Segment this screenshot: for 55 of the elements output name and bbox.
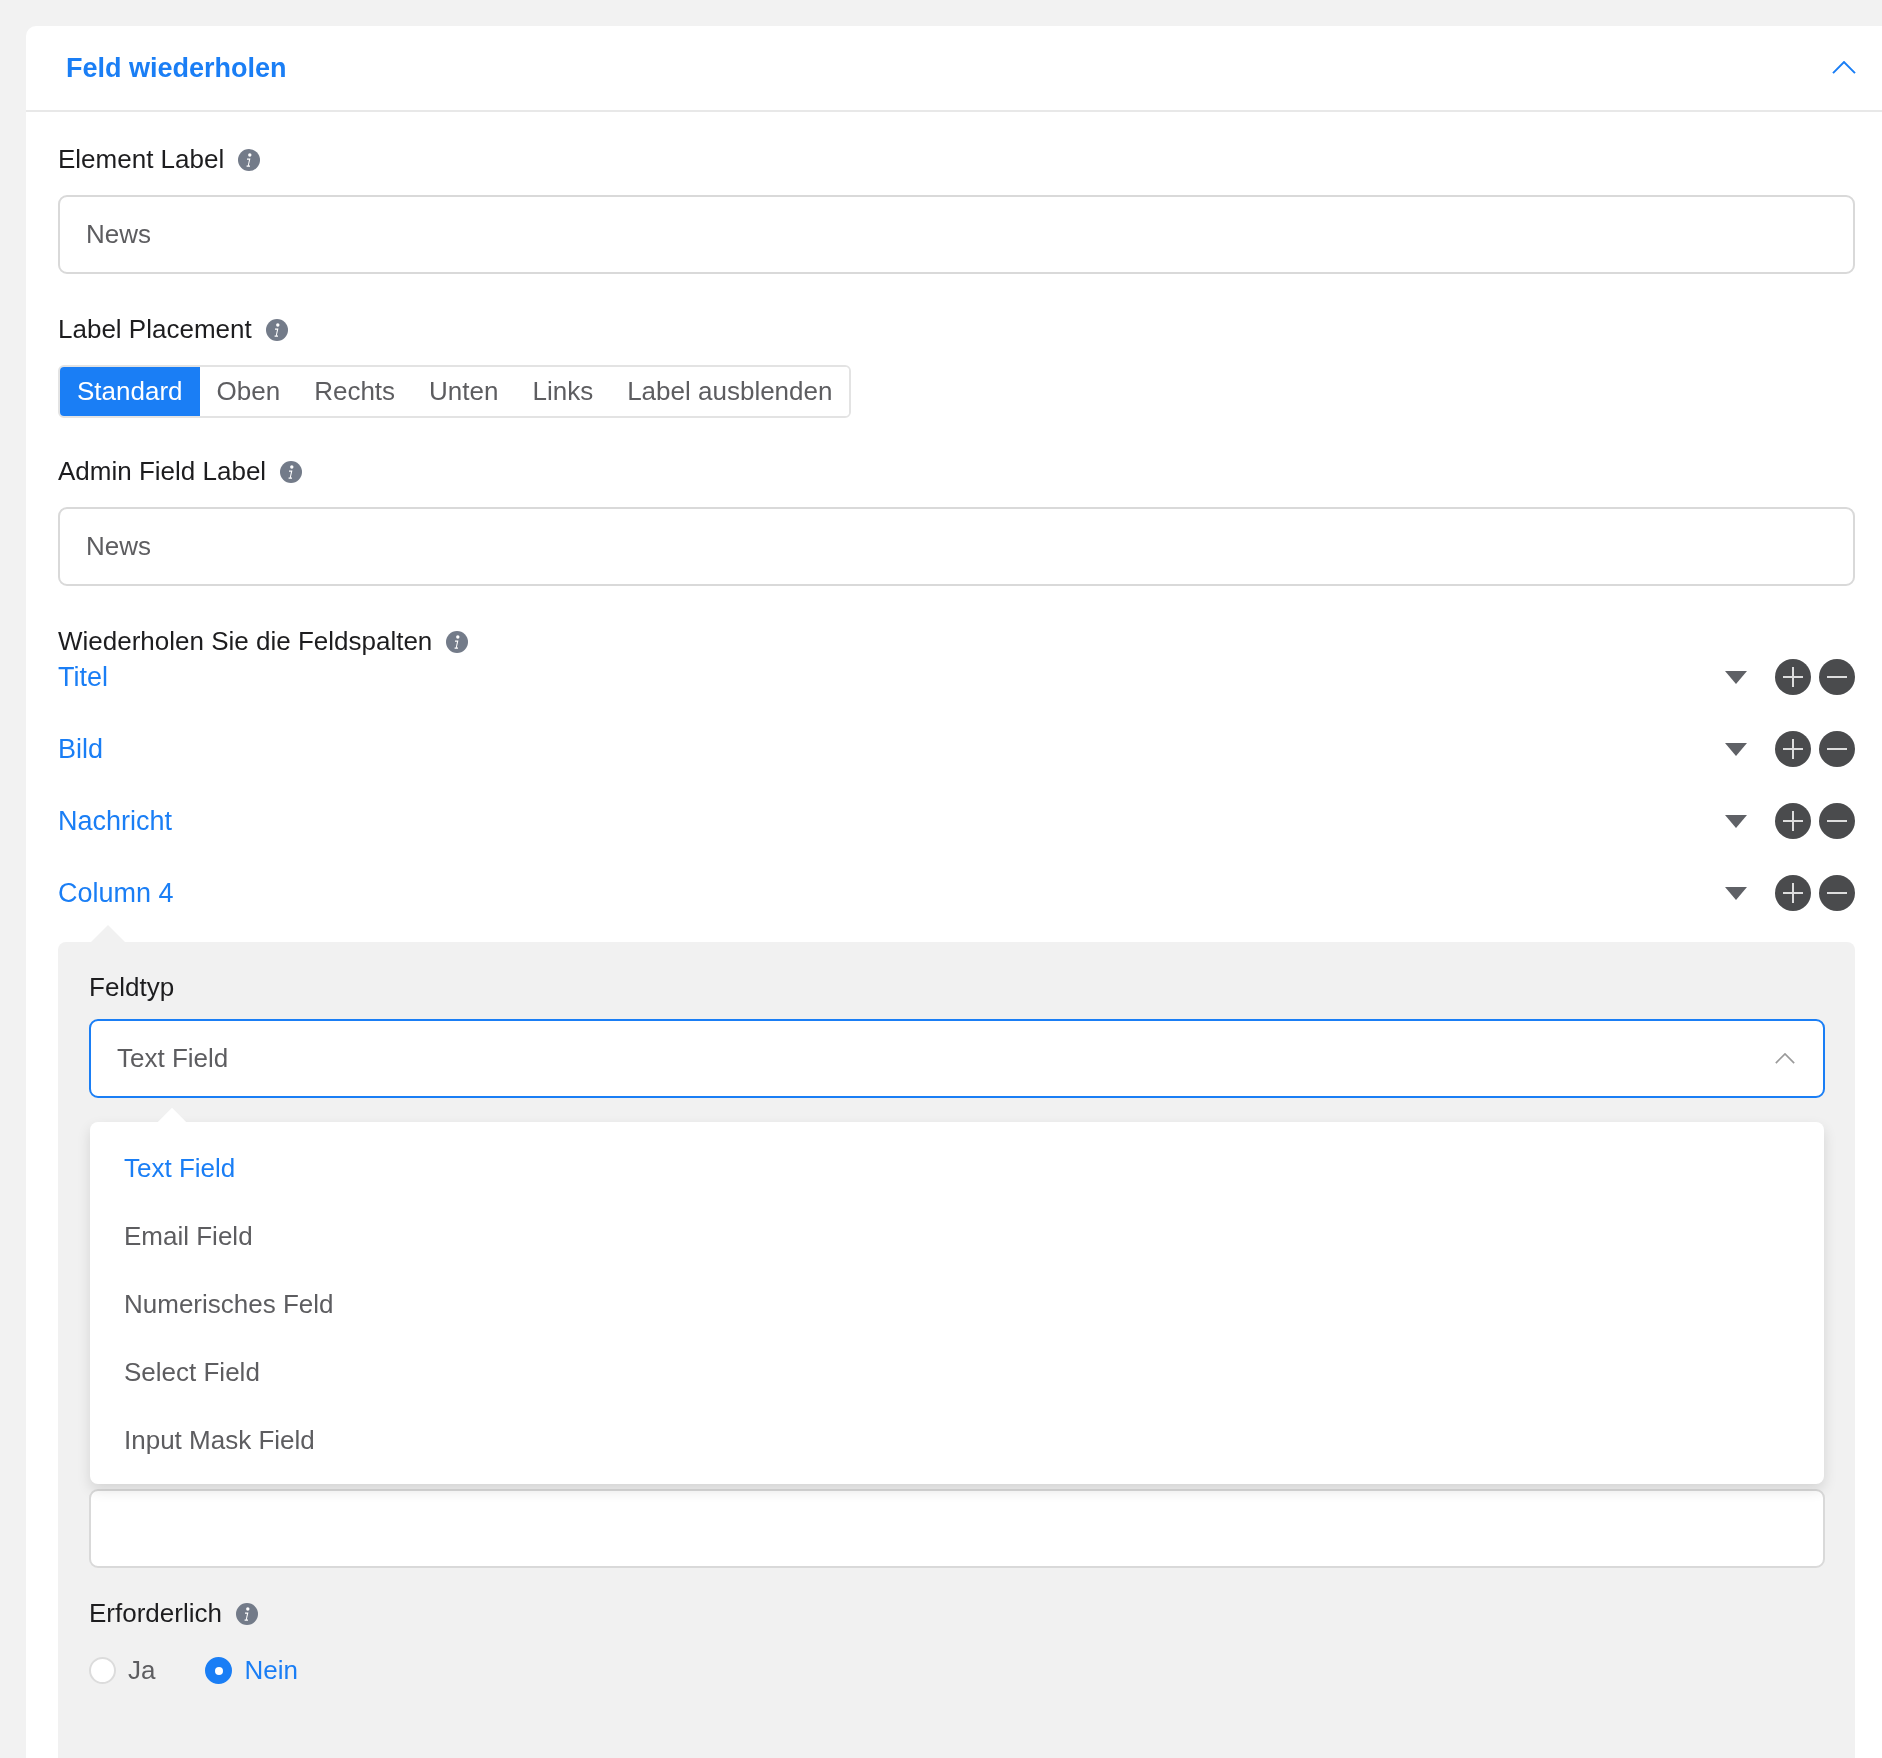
field-label: Label Placement [58,314,252,345]
field-type-select[interactable]: Text Field [89,1019,1825,1098]
caret-icon [1725,670,1747,684]
chevron-icon[interactable] [1832,61,1856,75]
placement-option[interactable]: Standard [60,367,200,416]
field-label: Admin Field Label [58,456,267,487]
remove-icon [1819,659,1855,695]
radio-button[interactable] [205,1657,233,1684]
radio-label: Ja [128,1655,156,1686]
info-icon[interactable] [238,148,261,171]
column-name[interactable]: Nachricht [58,805,173,837]
text-field[interactable]: News [58,507,1855,586]
add-icon [1775,731,1811,767]
field-label: Feldtyp [89,972,175,1003]
info-icon[interactable] [265,318,288,341]
text-field[interactable] [89,1489,1825,1568]
chevron-icon[interactable] [1775,1053,1795,1064]
caret-icon [1725,742,1747,756]
caret-icon [1725,814,1747,828]
field-label: Wiederholen Sie die Feldspalten [58,626,433,657]
add-icon [1775,875,1811,911]
expand-button[interactable] [1725,886,1747,900]
column-name[interactable]: Titel [58,661,108,693]
dropdown-option[interactable]: Numerisches Feld [90,1270,1824,1338]
radio-label: Nein [244,1655,298,1686]
remove-icon [1819,875,1855,911]
remove-button[interactable] [1819,803,1855,839]
expand-button[interactable] [1725,742,1747,756]
info-icon[interactable] [446,630,469,653]
remove-icon [1819,731,1855,767]
field-label: Element Label [58,144,225,175]
field-label: Erforderlich [89,1598,222,1629]
remove-button[interactable] [1819,659,1855,695]
add-button[interactable] [1775,659,1811,695]
add-button[interactable] [1775,731,1811,767]
add-button[interactable] [1775,875,1811,911]
info-icon[interactable] [280,460,303,483]
dropdown-option[interactable]: Email Field [90,1202,1824,1270]
info-icon[interactable] [235,1602,258,1625]
remove-button[interactable] [1819,731,1855,767]
text-field[interactable]: News [58,195,1855,274]
remove-button[interactable] [1819,875,1855,911]
column-name[interactable]: Column 4 [58,877,174,909]
column-name[interactable]: Bild [58,733,104,765]
add-button[interactable] [1775,803,1811,839]
expand-button[interactable] [1725,814,1747,828]
add-icon [1775,803,1811,839]
remove-icon [1819,803,1855,839]
dropdown-option[interactable]: Text Field [90,1134,1824,1202]
dropdown-option[interactable]: Select Field [90,1338,1824,1406]
section-title: Feld wiederholen [66,52,287,84]
dropdown-option[interactable]: Input Mask Field [90,1406,1824,1474]
caret-icon [1725,886,1747,900]
expand-button[interactable] [1725,670,1747,684]
add-icon [1775,659,1811,695]
